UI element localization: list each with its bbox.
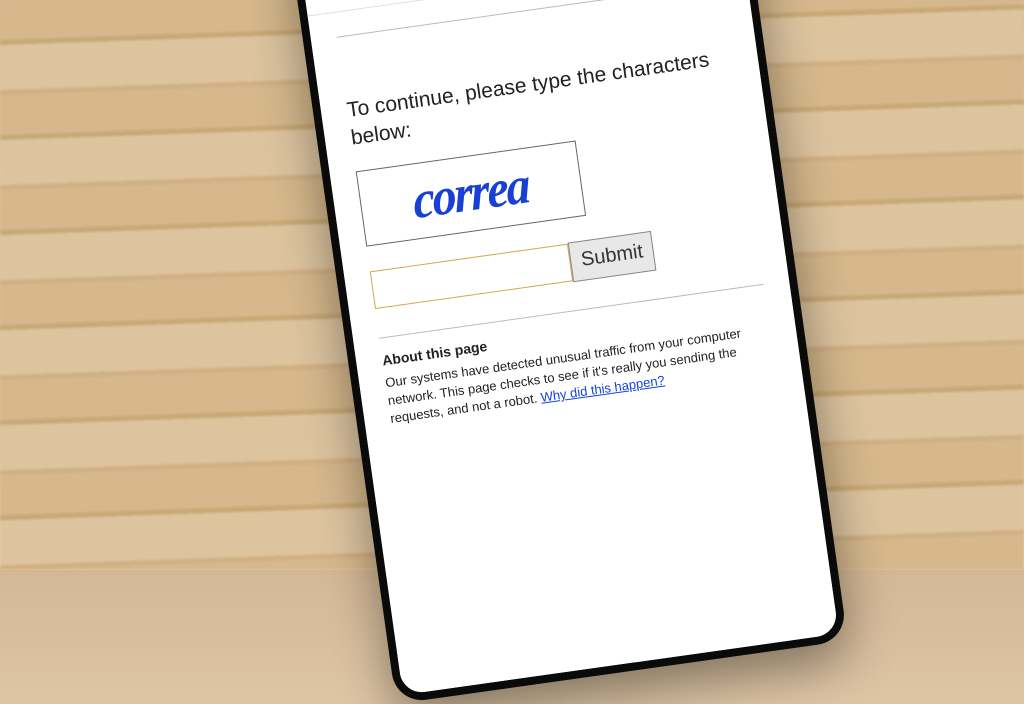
divider-top — [337, 0, 721, 38]
phone-screen: 70% 7:30 https://ipv6.googl 1 — [297, 0, 838, 695]
submit-button[interactable]: Submit — [568, 231, 657, 282]
captcha-input[interactable] — [370, 243, 573, 308]
captcha-word: correa — [411, 155, 530, 232]
captcha-image: correa — [356, 140, 586, 246]
phone-device: 70% 7:30 https://ipv6.googl 1 — [288, 0, 848, 704]
captcha-prompt: To continue, please type the characters … — [345, 43, 737, 153]
home-icon[interactable] — [312, 0, 338, 4]
captcha-page: To continue, please type the characters … — [308, 0, 839, 695]
